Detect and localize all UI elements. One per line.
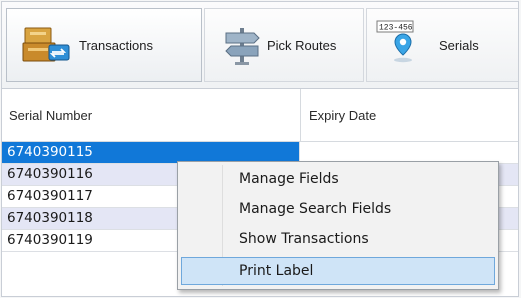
serial-number-cell[interactable]: 6740390115 (2, 142, 300, 163)
context-menu: Manage Fields Manage Search Fields Show … (177, 161, 499, 290)
expiry-date-cell[interactable] (301, 142, 518, 163)
menu-item-print-label[interactable]: Print Label (181, 257, 495, 285)
menu-item-show-transactions[interactable]: Show Transactions (181, 225, 495, 253)
menu-item-manage-search-fields[interactable]: Manage Search Fields (181, 195, 495, 223)
pick-routes-label: Pick Routes (267, 37, 337, 53)
transactions-label: Transactions (79, 37, 153, 53)
toolbar: Transactions Pick Routes 123-456 Serials (2, 2, 518, 89)
signpost-icon (221, 24, 263, 66)
menu-item-manage-fields[interactable]: Manage Fields (181, 165, 495, 193)
grid-header: Serial Number Expiry Date (2, 89, 518, 142)
transactions-button[interactable]: Transactions (6, 8, 202, 82)
serials-button[interactable]: 123-456 Serials (366, 8, 518, 82)
pick-routes-button[interactable]: Pick Routes (204, 8, 364, 82)
serials-window: Transactions Pick Routes 123-456 Serials… (1, 1, 519, 297)
serial-location-icon: 123-456 (375, 18, 427, 72)
transactions-icon (21, 25, 71, 65)
column-header-serial-number[interactable]: Serial Number (2, 89, 300, 141)
serial-icon-text: 123-456 (379, 24, 413, 33)
column-header-expiry-date[interactable]: Expiry Date (301, 89, 518, 141)
serials-label: Serials (439, 37, 479, 53)
